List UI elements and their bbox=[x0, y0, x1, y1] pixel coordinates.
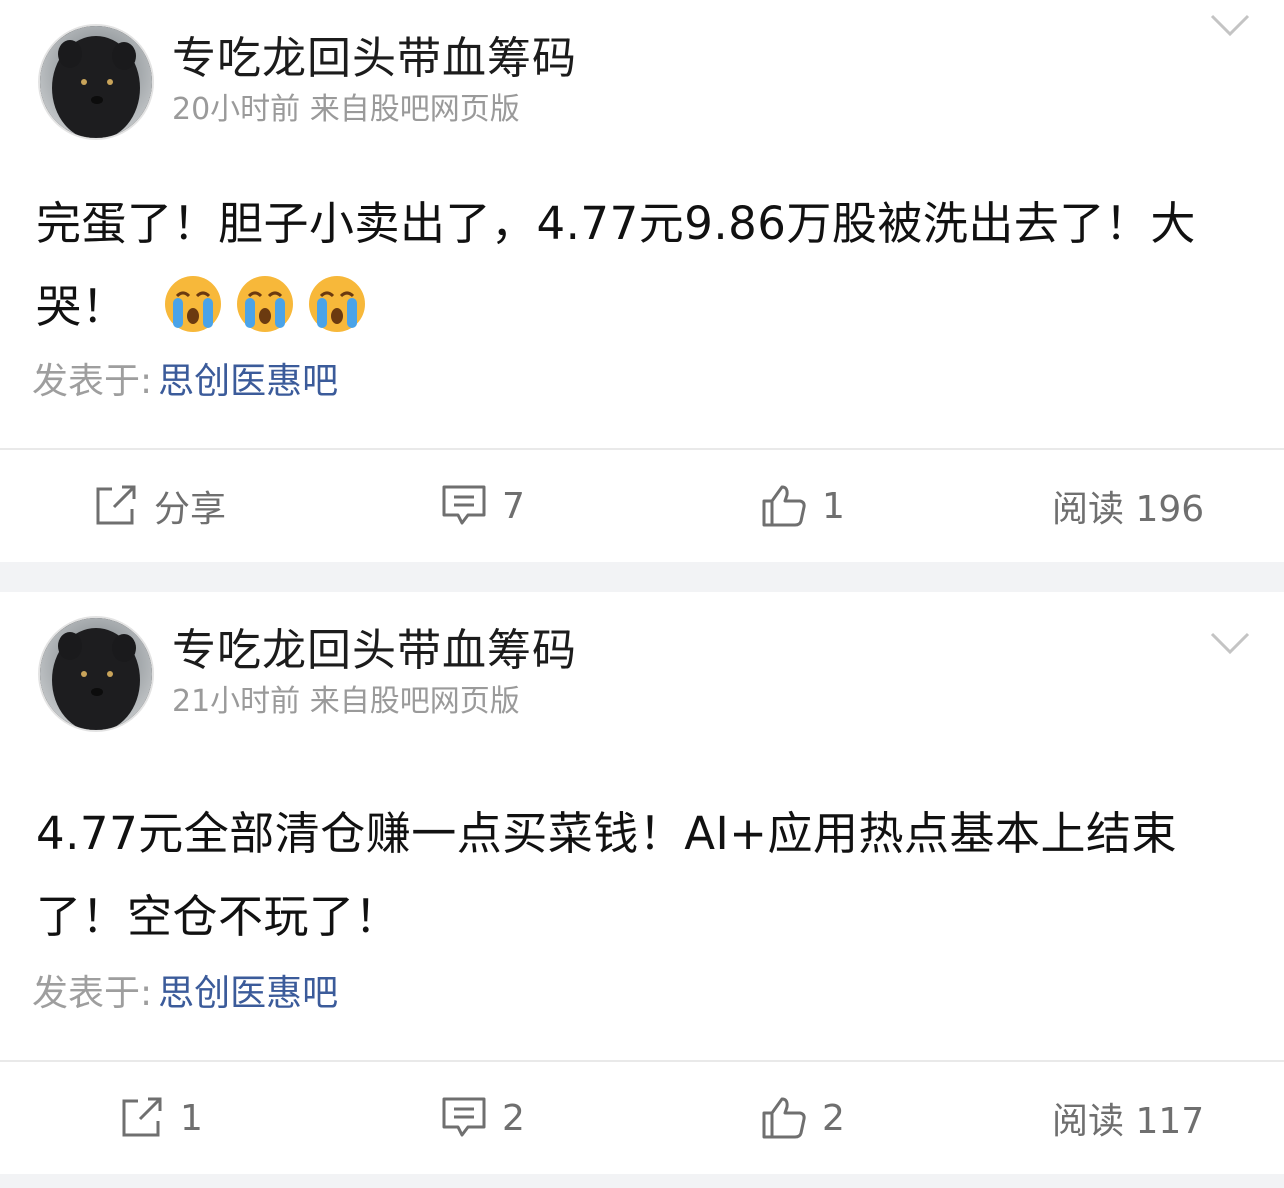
comment-icon bbox=[442, 485, 486, 525]
share-count: 1 bbox=[180, 1097, 203, 1139]
board-label: 发表于: bbox=[32, 361, 153, 402]
avatar-image bbox=[40, 618, 152, 730]
author-name[interactable]: 专吃龙回头带血筹码 bbox=[172, 22, 577, 86]
avatar[interactable] bbox=[38, 24, 154, 140]
crying-emoji bbox=[237, 276, 294, 332]
post-meta: 20小时前 来自股吧网页版 bbox=[172, 92, 520, 127]
avatar[interactable] bbox=[38, 616, 154, 732]
share-label: 分享 bbox=[154, 489, 227, 530]
share-button[interactable]: 分享 bbox=[92, 450, 226, 562]
post-card[interactable]: 专吃龙回头带血筹码 20小时前 来自股吧网页版 完蛋了！胆子小卖出了，4.77元… bbox=[0, 0, 1284, 562]
board-label: 发表于: bbox=[32, 973, 153, 1014]
board-link[interactable]: 思创医惠吧 bbox=[158, 973, 338, 1014]
share-button[interactable]: 1 bbox=[118, 1062, 203, 1174]
post-card[interactable]: 专吃龙回头带血筹码 21小时前 来自股吧网页版 4.77元全部清仓赚一点买菜钱！… bbox=[0, 592, 1284, 1174]
board-line: 发表于: 思创医惠吧 bbox=[32, 352, 338, 404]
crying-emoji bbox=[165, 276, 222, 332]
like-button[interactable]: 1 bbox=[760, 450, 845, 562]
action-bar: 分享 7 1 阅读 196 bbox=[0, 450, 1284, 562]
comment-button[interactable]: 7 bbox=[440, 450, 525, 562]
action-bar: 1 2 2 阅读 117 bbox=[0, 1062, 1284, 1174]
like-count: 1 bbox=[822, 485, 845, 527]
author-name[interactable]: 专吃龙回头带血筹码 bbox=[172, 614, 577, 678]
read-count-text: 阅读 196 bbox=[1052, 489, 1205, 530]
comment-icon bbox=[442, 1097, 486, 1137]
like-count: 2 bbox=[822, 1097, 845, 1139]
read-count: 阅读 117 bbox=[1052, 1062, 1204, 1174]
post-content[interactable]: 4.77元全部清仓赚一点买菜钱！AI+应用热点基本上结束了！空仓不玩了！ bbox=[36, 792, 1252, 958]
chevron-down-icon[interactable] bbox=[1206, 628, 1254, 658]
chevron-down-icon[interactable] bbox=[1206, 10, 1254, 40]
post-feed: 专吃龙回头带血筹码 20小时前 来自股吧网页版 完蛋了！胆子小卖出了，4.77元… bbox=[0, 0, 1284, 1188]
share-icon bbox=[122, 1097, 162, 1137]
board-line: 发表于: 思创医惠吧 bbox=[32, 964, 338, 1016]
post-content[interactable]: 完蛋了！胆子小卖出了，4.77元9.86万股被洗出去了！大哭！ bbox=[36, 182, 1252, 348]
board-link[interactable]: 思创医惠吧 bbox=[158, 361, 338, 402]
post-meta: 21小时前 来自股吧网页版 bbox=[172, 684, 520, 719]
comment-button[interactable]: 2 bbox=[440, 1062, 525, 1174]
comment-count: 7 bbox=[502, 485, 525, 527]
crying-emoji bbox=[309, 276, 366, 332]
like-button[interactable]: 2 bbox=[760, 1062, 845, 1174]
avatar-image bbox=[40, 26, 152, 138]
read-count: 阅读 196 bbox=[1052, 450, 1204, 562]
read-count-text: 阅读 117 bbox=[1052, 1101, 1205, 1142]
post-text: 4.77元全部清仓赚一点买菜钱！AI+应用热点基本上结束了！空仓不玩了！ bbox=[36, 807, 1177, 943]
thumbs-up-icon bbox=[762, 485, 806, 527]
share-icon bbox=[96, 485, 136, 525]
thumbs-up-icon bbox=[762, 1097, 806, 1139]
comment-count: 2 bbox=[502, 1097, 525, 1139]
